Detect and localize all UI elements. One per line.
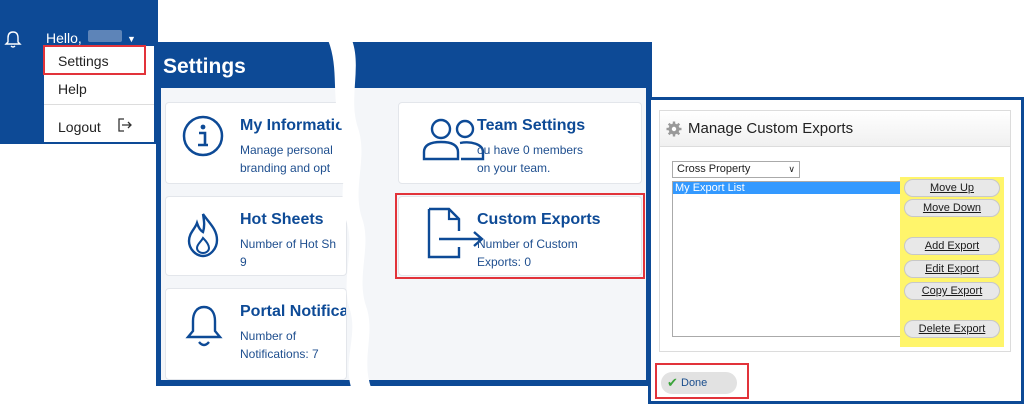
logout-icon: [118, 118, 132, 132]
add-export-button[interactable]: Add Export: [904, 237, 1000, 255]
user-menu-panel: Hello, ▼ Settings Help Logout: [0, 0, 158, 144]
settings-highlight: [43, 45, 146, 75]
card-title: Team Settings: [477, 117, 586, 134]
dialog-body: Cross Property ∨ My Export List Move Up …: [659, 146, 1011, 352]
composite-screenshot: Hello, ▼ Settings Help Logout Settings M…: [0, 0, 1024, 404]
card-desc-line-1: Manage personal: [240, 143, 333, 157]
settings-cards-area: My Information Manage personal branding …: [161, 88, 646, 380]
card-desc-line-1: ou have 0 members: [477, 143, 584, 157]
chevron-down-icon: ∨: [788, 164, 795, 174]
gear-icon: [666, 121, 682, 137]
delete-export-button[interactable]: Delete Export: [904, 320, 1000, 338]
edit-export-button[interactable]: Edit Export: [904, 260, 1000, 278]
card-desc-line-1: Number of Hot Sh: [240, 237, 337, 251]
chevron-down-icon[interactable]: ▼: [127, 34, 136, 44]
move-down-button[interactable]: Move Down: [904, 199, 1000, 217]
manage-custom-exports-panel: Manage Custom Exports Cross Property ∨ M…: [648, 97, 1024, 404]
done-highlight: [655, 363, 749, 399]
card-desc-line-2: branding and opt: [240, 161, 331, 175]
dialog-header: Manage Custom Exports: [659, 110, 1011, 146]
card-desc-line-2: Notifications: 7: [240, 347, 319, 361]
export-listbox[interactable]: My Export List: [672, 181, 902, 337]
greeting: Hello,: [46, 30, 82, 46]
menu-item-logout[interactable]: Logout: [58, 119, 101, 135]
menu-item-help[interactable]: Help: [58, 81, 87, 97]
torn-edge-divider: [328, 40, 372, 390]
bell-icon[interactable]: [4, 30, 22, 50]
card-team-settings[interactable]: Team Settings ou have 0 members on your …: [398, 102, 642, 184]
export-category-select[interactable]: Cross Property ∨: [672, 161, 800, 178]
card-my-information[interactable]: My Information Manage personal branding …: [165, 102, 347, 184]
dialog-title: Manage Custom Exports: [688, 120, 854, 137]
card-desc-line-2: on your team.: [477, 161, 551, 175]
select-value: Cross Property: [677, 163, 751, 175]
card-title: Hot Sheets: [240, 211, 324, 228]
user-name-redacted: [88, 30, 122, 42]
list-item[interactable]: My Export List: [673, 182, 901, 194]
copy-export-button[interactable]: Copy Export: [904, 282, 1000, 300]
settings-panel: Settings My Information Manage personal …: [156, 40, 652, 390]
menu-divider: [44, 104, 154, 105]
page-title: Settings: [163, 55, 246, 78]
info-icon: [182, 115, 224, 157]
custom-exports-highlight: [395, 193, 645, 279]
action-buttons-highlight: Move Up Move Down Add Export Edit Export…: [900, 177, 1004, 347]
card-portal-notifications[interactable]: Portal Notificati Number of Notification…: [165, 288, 347, 380]
card-desc-line-1: Number of: [240, 329, 297, 343]
card-desc-line-2: 9: [240, 255, 247, 269]
card-hot-sheets[interactable]: Hot Sheets Number of Hot Sh 9: [165, 196, 347, 276]
flame-icon: [187, 213, 219, 258]
move-up-button[interactable]: Move Up: [904, 179, 1000, 197]
bell-icon: [185, 305, 223, 347]
